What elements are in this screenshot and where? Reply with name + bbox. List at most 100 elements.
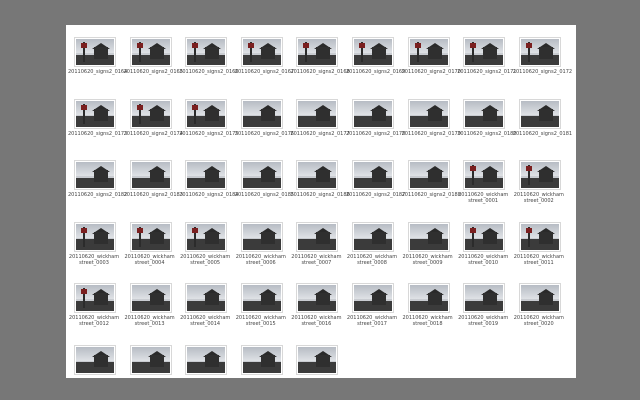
house bbox=[538, 170, 553, 182]
thumbnail-image bbox=[354, 223, 392, 250]
thumbnail-frame bbox=[185, 160, 228, 190]
thumbnail[interactable]: 20110620_wickham street_0006 bbox=[235, 216, 287, 270]
thumbnail[interactable]: 20110620_signs2_0175 bbox=[179, 93, 239, 147]
contact-sheet-page: 20110620_signs2_0164 20110620_signs2_0165… bbox=[66, 25, 576, 378]
thumbnail[interactable]: 20110620_wickham street_0012 bbox=[68, 277, 120, 331]
sign-plate bbox=[470, 227, 477, 233]
thumbnail[interactable]: 20110620_wickham street_0009 bbox=[402, 216, 454, 270]
thumbnail[interactable] bbox=[68, 339, 120, 393]
thumbnail-frame bbox=[352, 160, 394, 190]
house bbox=[372, 47, 386, 59]
thumbnail-image bbox=[187, 100, 226, 127]
thumbnail[interactable]: 20110620_signs2_0185 bbox=[235, 154, 294, 208]
thumbnail[interactable]: 20110620_wickham street_0014 bbox=[179, 277, 231, 331]
thumbnail-image bbox=[520, 100, 559, 127]
thumbnail[interactable]: 20110620_signs2_0172 bbox=[513, 31, 572, 85]
house bbox=[149, 170, 164, 182]
thumbnail-image bbox=[298, 223, 337, 250]
thumbnail[interactable]: 20110620_signs2_0184 bbox=[179, 154, 239, 208]
thumbnail[interactable]: 20110620_signs2_0164 bbox=[68, 31, 128, 85]
thumbnail-frame bbox=[240, 37, 283, 67]
thumbnail[interactable] bbox=[179, 339, 231, 393]
house bbox=[149, 354, 164, 367]
thumbnail-frame bbox=[240, 160, 283, 190]
thumbnail[interactable]: 20110620_signs2_0171 bbox=[457, 31, 516, 85]
thumbnail-caption: 20110620_wickham street_0015 bbox=[235, 315, 286, 327]
thumbnail-caption: 20110620_signs2_0180 bbox=[457, 130, 517, 137]
thumbnail[interactable]: 20110620_wickham street_0011 bbox=[513, 216, 565, 270]
thumbnail-frame bbox=[352, 37, 394, 67]
thumbnail[interactable]: 20110620_wickham street_0007 bbox=[290, 216, 342, 270]
thumbnail[interactable]: 20110620_signs2_0165 bbox=[124, 31, 183, 85]
thumbnail[interactable]: 20110620_signs2_0177 bbox=[290, 93, 350, 147]
thumbnail[interactable]: 20110620_signs2_0170 bbox=[402, 31, 461, 85]
thumbnail-caption: 20110620_signs2_0175 bbox=[179, 130, 239, 137]
thumbnail[interactable]: 20110620_wickham street_0001 bbox=[457, 154, 509, 208]
thumbnail[interactable]: 20110620_wickham street_0015 bbox=[235, 277, 287, 331]
thumbnail-frame bbox=[74, 221, 116, 252]
thumbnail[interactable]: 20110620_wickham street_0013 bbox=[124, 277, 176, 331]
thumbnail-frame bbox=[185, 283, 228, 313]
thumbnail[interactable]: 20110620_wickham street_0016 bbox=[290, 277, 342, 331]
thumbnail-image bbox=[354, 100, 392, 127]
thumbnail[interactable]: 20110620_signs2_0186 bbox=[290, 154, 350, 208]
thumbnail-caption: 20110620_signs2_0173 bbox=[68, 130, 128, 137]
thumbnail-frame bbox=[518, 160, 561, 190]
thumbnail-frame bbox=[518, 283, 561, 313]
thumbnail-caption: 20110620_signs2_0186 bbox=[290, 192, 350, 198]
thumbnail[interactable]: 20110620_wickham street_0018 bbox=[402, 277, 454, 331]
thumbnail-image bbox=[465, 162, 504, 188]
thumbnail-caption: 20110620_signs2_0179 bbox=[401, 130, 461, 137]
sign-plate bbox=[136, 43, 143, 48]
thumbnail-caption: 20110620_wickham street_0018 bbox=[402, 315, 453, 327]
thumbnail[interactable]: 20110620_wickham street_0003 bbox=[68, 216, 120, 270]
thumbnail[interactable]: 20110620_wickham street_0008 bbox=[346, 216, 398, 270]
thumbnail-image bbox=[187, 285, 226, 311]
thumbnail[interactable]: 20110620_signs2_0173 bbox=[68, 93, 128, 147]
thumbnail[interactable]: 20110620_wickham street_0004 bbox=[124, 216, 176, 270]
house bbox=[149, 231, 164, 244]
thumbnail[interactable]: 20110620_signs2_0183 bbox=[123, 154, 183, 208]
thumbnail[interactable]: 20110620_signs2_0187 bbox=[346, 154, 405, 208]
thumbnail-frame bbox=[240, 344, 283, 375]
thumbnail[interactable] bbox=[290, 339, 342, 393]
thumbnail[interactable]: 20110620_signs2_0188 bbox=[402, 154, 461, 208]
thumbnail[interactable]: 20110620_wickham street_0005 bbox=[179, 216, 231, 270]
thumbnail[interactable]: 20110620_wickham street_0010 bbox=[457, 216, 509, 270]
thumbnail[interactable]: 20110620_wickham street_0020 bbox=[513, 277, 565, 331]
house bbox=[260, 47, 275, 59]
thumbnail-caption: 20110620_signs2_0184 bbox=[179, 192, 239, 198]
thumbnail[interactable]: 20110620_wickham street_0019 bbox=[457, 277, 509, 331]
thumbnail[interactable]: 20110620_wickham street_0002 bbox=[513, 154, 565, 208]
thumbnail-frame bbox=[240, 283, 283, 313]
thumbnail[interactable]: 20110620_signs2_0180 bbox=[457, 93, 517, 147]
thumbnail[interactable]: 20110620_signs2_0167 bbox=[235, 31, 294, 85]
thumbnail-caption: 20110620_signs2_0183 bbox=[123, 192, 183, 198]
thumbnail[interactable]: 20110620_signs2_0179 bbox=[401, 93, 461, 147]
thumbnail-image bbox=[520, 162, 559, 188]
thumbnail[interactable]: 20110620_signs2_0182 bbox=[68, 154, 127, 208]
thumbnail[interactable]: 20110620_signs2_0169 bbox=[346, 31, 406, 85]
thumbnail-image bbox=[242, 39, 281, 65]
thumbnail-caption: 20110620_wickham street_0002 bbox=[513, 192, 564, 204]
sign-plate bbox=[81, 104, 87, 110]
thumbnail[interactable] bbox=[124, 339, 176, 393]
thumbnail-caption: 20110620_wickham street_0020 bbox=[513, 315, 564, 327]
thumbnail[interactable]: 20110620_signs2_0176 bbox=[235, 93, 294, 147]
thumbnail-caption: 20110620_signs2_0169 bbox=[346, 69, 406, 75]
house bbox=[538, 47, 553, 59]
thumbnail[interactable]: 20110620_signs2_0174 bbox=[123, 93, 183, 147]
thumbnail-frame bbox=[129, 344, 172, 375]
thumbnail-caption: 20110620_wickham street_0012 bbox=[68, 315, 120, 327]
thumbnail-caption: 20110620_signs2_0164 bbox=[68, 69, 128, 75]
thumbnail[interactable]: 20110620_signs2_0168 bbox=[290, 31, 350, 85]
sign-plate bbox=[470, 166, 477, 171]
thumbnail-caption: 20110620_signs2_0174 bbox=[123, 130, 183, 137]
thumbnail-frame bbox=[463, 37, 506, 67]
thumbnail[interactable]: 20110620_signs2_0178 bbox=[346, 93, 405, 147]
thumbnail[interactable] bbox=[235, 339, 287, 393]
thumbnail[interactable]: 20110620_wickham street_0017 bbox=[346, 277, 398, 331]
thumbnail-caption: 20110620_wickham street_0017 bbox=[346, 315, 398, 327]
thumbnail[interactable]: 20110620_signs2_0181 bbox=[513, 93, 572, 147]
thumbnail[interactable]: 20110620_signs2_0166 bbox=[179, 31, 238, 85]
